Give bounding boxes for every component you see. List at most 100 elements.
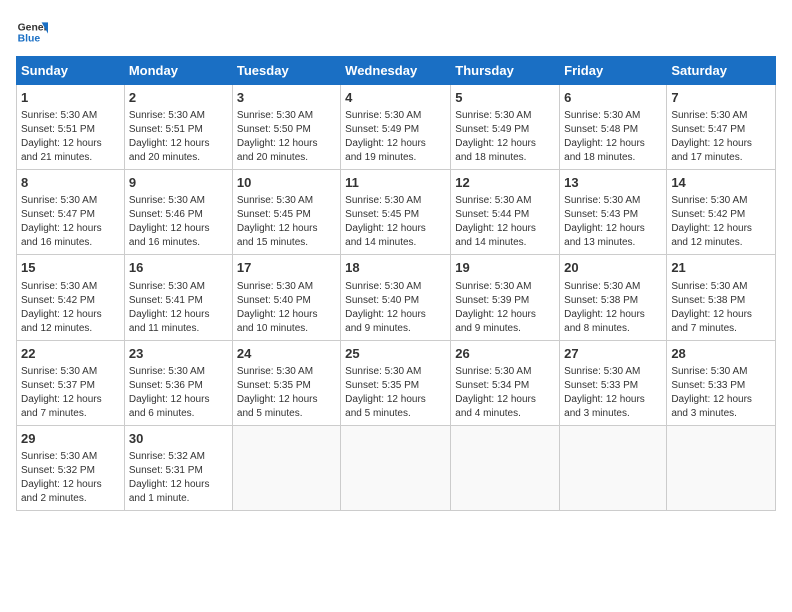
day-info: Daylight: 12 hours	[129, 478, 228, 492]
day-number: 26	[455, 345, 555, 363]
day-info: Sunset: 5:41 PM	[129, 294, 228, 308]
day-info: and 12 minutes.	[671, 236, 771, 250]
col-wednesday: Wednesday	[341, 57, 451, 85]
day-info: Sunrise: 5:30 AM	[237, 194, 336, 208]
day-info: Sunset: 5:31 PM	[129, 464, 228, 478]
day-info: Daylight: 12 hours	[21, 222, 120, 236]
day-number: 16	[129, 259, 228, 277]
day-info: and 1 minute.	[129, 492, 228, 506]
table-row: 8Sunrise: 5:30 AMSunset: 5:47 PMDaylight…	[17, 170, 125, 255]
day-number: 1	[21, 89, 120, 107]
table-row: 11Sunrise: 5:30 AMSunset: 5:45 PMDayligh…	[341, 170, 451, 255]
header-row: Sunday Monday Tuesday Wednesday Thursday…	[17, 57, 776, 85]
day-info: Daylight: 12 hours	[455, 137, 555, 151]
calendar-table: Sunday Monday Tuesday Wednesday Thursday…	[16, 56, 776, 511]
day-info: Daylight: 12 hours	[671, 137, 771, 151]
table-row: 25Sunrise: 5:30 AMSunset: 5:35 PMDayligh…	[341, 340, 451, 425]
day-number: 2	[129, 89, 228, 107]
table-row: 9Sunrise: 5:30 AMSunset: 5:46 PMDaylight…	[124, 170, 232, 255]
table-row	[560, 425, 667, 510]
day-info: and 12 minutes.	[21, 322, 120, 336]
day-info: Daylight: 12 hours	[671, 308, 771, 322]
table-row: 17Sunrise: 5:30 AMSunset: 5:40 PMDayligh…	[232, 255, 340, 340]
day-number: 19	[455, 259, 555, 277]
day-info: Daylight: 12 hours	[129, 137, 228, 151]
day-info: Daylight: 12 hours	[129, 222, 228, 236]
day-info: Sunset: 5:51 PM	[21, 123, 120, 137]
day-info: Sunset: 5:42 PM	[21, 294, 120, 308]
day-number: 20	[564, 259, 662, 277]
day-info: and 21 minutes.	[21, 151, 120, 165]
day-number: 30	[129, 430, 228, 448]
day-info: Daylight: 12 hours	[129, 393, 228, 407]
table-row: 27Sunrise: 5:30 AMSunset: 5:33 PMDayligh…	[560, 340, 667, 425]
day-info: Daylight: 12 hours	[671, 393, 771, 407]
day-info: Sunrise: 5:30 AM	[345, 365, 446, 379]
day-info: Sunset: 5:39 PM	[455, 294, 555, 308]
table-row: 5Sunrise: 5:30 AMSunset: 5:49 PMDaylight…	[451, 85, 560, 170]
table-row: 18Sunrise: 5:30 AMSunset: 5:40 PMDayligh…	[341, 255, 451, 340]
day-info: Sunrise: 5:30 AM	[345, 109, 446, 123]
day-info: and 3 minutes.	[564, 407, 662, 421]
day-info: Daylight: 12 hours	[129, 308, 228, 322]
day-number: 18	[345, 259, 446, 277]
day-number: 8	[21, 174, 120, 192]
day-info: Sunrise: 5:30 AM	[345, 194, 446, 208]
col-saturday: Saturday	[667, 57, 776, 85]
day-info: Sunrise: 5:30 AM	[455, 194, 555, 208]
day-info: Sunset: 5:50 PM	[237, 123, 336, 137]
day-info: Daylight: 12 hours	[564, 393, 662, 407]
day-info: Daylight: 12 hours	[455, 393, 555, 407]
day-info: Sunset: 5:36 PM	[129, 379, 228, 393]
day-info: Sunset: 5:49 PM	[455, 123, 555, 137]
day-info: and 2 minutes.	[21, 492, 120, 506]
table-row	[667, 425, 776, 510]
table-row: 6Sunrise: 5:30 AMSunset: 5:48 PMDaylight…	[560, 85, 667, 170]
day-info: Sunset: 5:49 PM	[345, 123, 446, 137]
day-info: Sunrise: 5:30 AM	[129, 194, 228, 208]
day-info: Sunset: 5:47 PM	[671, 123, 771, 137]
day-info: Sunset: 5:42 PM	[671, 208, 771, 222]
day-number: 28	[671, 345, 771, 363]
table-row: 30 Sunrise: 5:32 AMSunset: 5:31 PMDayligh…	[124, 425, 232, 510]
day-info: and 6 minutes.	[129, 407, 228, 421]
day-number: 25	[345, 345, 446, 363]
day-info: and 16 minutes.	[129, 236, 228, 250]
calendar-week: 8Sunrise: 5:30 AMSunset: 5:47 PMDaylight…	[17, 170, 776, 255]
table-row: 4Sunrise: 5:30 AMSunset: 5:49 PMDaylight…	[341, 85, 451, 170]
col-sunday: Sunday	[17, 57, 125, 85]
day-number: 9	[129, 174, 228, 192]
day-info: Sunset: 5:32 PM	[21, 464, 120, 478]
day-number: 22	[21, 345, 120, 363]
table-row: 22Sunrise: 5:30 AMSunset: 5:37 PMDayligh…	[17, 340, 125, 425]
table-row: 19Sunrise: 5:30 AMSunset: 5:39 PMDayligh…	[451, 255, 560, 340]
day-info: Daylight: 12 hours	[21, 478, 120, 492]
table-row: 7Sunrise: 5:30 AMSunset: 5:47 PMDaylight…	[667, 85, 776, 170]
day-info: Daylight: 12 hours	[237, 308, 336, 322]
table-row: 14Sunrise: 5:30 AMSunset: 5:42 PMDayligh…	[667, 170, 776, 255]
table-row: 2Sunrise: 5:30 AMSunset: 5:51 PMDaylight…	[124, 85, 232, 170]
day-info: Sunset: 5:43 PM	[564, 208, 662, 222]
day-number: 4	[345, 89, 446, 107]
day-info: and 20 minutes.	[237, 151, 336, 165]
day-info: and 15 minutes.	[237, 236, 336, 250]
day-number: 7	[671, 89, 771, 107]
day-number: 23	[129, 345, 228, 363]
day-info: Sunrise: 5:32 AM	[129, 450, 228, 464]
table-row: 28Sunrise: 5:30 AMSunset: 5:33 PMDayligh…	[667, 340, 776, 425]
table-row	[341, 425, 451, 510]
table-row: 21Sunrise: 5:30 AMSunset: 5:38 PMDayligh…	[667, 255, 776, 340]
day-number: 21	[671, 259, 771, 277]
day-number: 6	[564, 89, 662, 107]
day-info: Daylight: 12 hours	[345, 308, 446, 322]
table-row: 1Sunrise: 5:30 AMSunset: 5:51 PMDaylight…	[17, 85, 125, 170]
day-info: Daylight: 12 hours	[237, 137, 336, 151]
calendar-week: 29Sunrise: 5:30 AMSunset: 5:32 PMDayligh…	[17, 425, 776, 510]
day-info: Daylight: 12 hours	[237, 393, 336, 407]
day-info: Daylight: 12 hours	[564, 222, 662, 236]
day-info: Sunrise: 5:30 AM	[237, 280, 336, 294]
day-number: 11	[345, 174, 446, 192]
day-info: Sunrise: 5:30 AM	[21, 365, 120, 379]
day-info: and 9 minutes.	[455, 322, 555, 336]
table-row: 20Sunrise: 5:30 AMSunset: 5:38 PMDayligh…	[560, 255, 667, 340]
